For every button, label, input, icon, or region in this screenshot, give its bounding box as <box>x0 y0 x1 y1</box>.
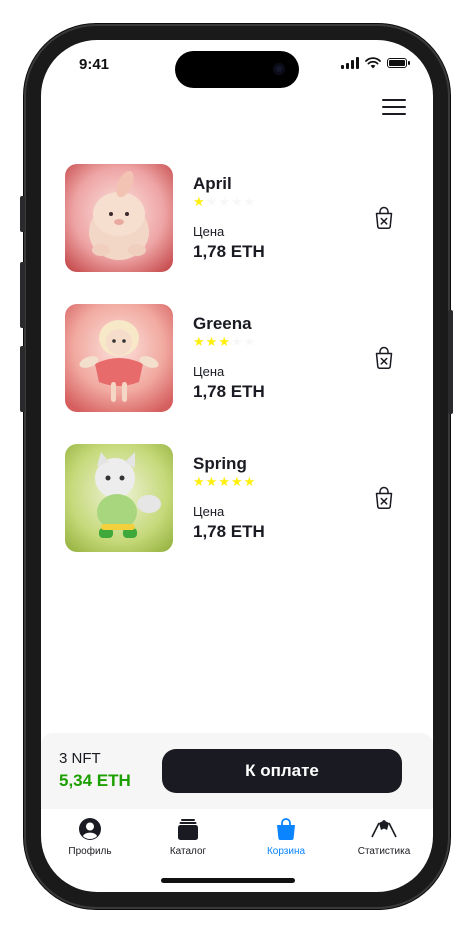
profile-icon <box>79 818 101 840</box>
price-label: Цена <box>193 504 225 519</box>
price-value: 1,78 ETH <box>193 382 265 401</box>
cart-list: April ★ ★ ★ ★ ★ Цена 1,78 ETH Greena ★ ★… <box>65 164 409 584</box>
star-icon: ★ <box>193 334 205 349</box>
star-icon: ★ <box>230 194 243 209</box>
nft-count: 3 NFT <box>59 750 101 767</box>
delete-from-cart-icon[interactable] <box>373 346 395 370</box>
star-icon: ★ <box>230 334 243 349</box>
star-icon: ★ <box>230 474 243 489</box>
star-icon: ★ <box>193 474 205 489</box>
action-button <box>20 196 25 232</box>
price-label: Цена <box>193 224 225 239</box>
price-value: 1,78 ETH <box>193 242 265 261</box>
statistics-icon <box>371 820 397 838</box>
status-time: 9:41 <box>79 56 110 73</box>
status-icons <box>341 57 410 69</box>
star-icon: ★ <box>218 474 230 489</box>
checkout-bar: 3 NFT 5,34 ETH К оплате <box>41 733 433 809</box>
menu-button[interactable] <box>382 98 406 116</box>
home-indicator <box>161 878 295 883</box>
nft-image-spring <box>65 444 173 552</box>
item-name: Spring <box>193 454 247 473</box>
camera-icon <box>273 63 285 75</box>
star-icon: ★ <box>243 334 256 349</box>
tab-bar: Профиль Каталог Корзина Статистика <box>41 809 433 869</box>
signal-icon <box>341 57 359 69</box>
item-name: April <box>193 174 232 193</box>
catalog-icon <box>178 819 198 840</box>
star-icon: ★ <box>243 474 256 489</box>
price-value: 1,78 ETH <box>193 522 265 541</box>
tab-profile[interactable]: Профиль <box>41 809 139 869</box>
cart-item: Greena ★ ★ ★ ★ ★ Цена 1,78 ETH <box>65 304 409 412</box>
tab-statistics[interactable]: Статистика <box>335 809 433 869</box>
nft-image-april <box>65 164 173 272</box>
menu-icon-line <box>382 106 406 108</box>
volume-down-button <box>20 346 25 412</box>
rating: ★ ★ ★ ★ ★ <box>193 475 255 488</box>
volume-up-button <box>20 262 25 328</box>
star-icon: ★ <box>205 194 218 209</box>
wifi-icon <box>365 57 381 69</box>
total-price: 5,34 ETH <box>59 771 131 790</box>
rating: ★ ★ ★ ★ ★ <box>193 195 255 208</box>
menu-icon-line <box>382 113 406 115</box>
menu-icon-line <box>382 99 406 101</box>
star-icon: ★ <box>243 194 256 209</box>
pay-button[interactable]: К оплате <box>162 749 402 793</box>
screen: 9:41 April ★ ★ ★ ★ ★ Цена 1,78 ETH Green… <box>41 40 433 892</box>
cart-item: Spring ★ ★ ★ ★ ★ Цена 1,78 ETH <box>65 444 409 552</box>
power-button <box>448 310 453 414</box>
nft-image-greena <box>65 304 173 412</box>
tab-cart[interactable]: Корзина <box>237 809 335 869</box>
item-name: Greena <box>193 314 252 333</box>
tab-label: Профиль <box>68 846 112 857</box>
star-icon: ★ <box>205 334 218 349</box>
star-icon: ★ <box>193 194 205 209</box>
tab-label: Каталог <box>169 846 207 857</box>
star-icon: ★ <box>205 474 218 489</box>
cart-item: April ★ ★ ★ ★ ★ Цена 1,78 ETH <box>65 164 409 272</box>
delete-from-cart-icon[interactable] <box>373 486 395 510</box>
tab-catalog[interactable]: Каталог <box>139 809 237 869</box>
star-icon: ★ <box>218 194 230 209</box>
battery-icon <box>387 58 410 68</box>
dynamic-island <box>175 51 299 88</box>
cart-icon <box>277 818 295 840</box>
price-label: Цена <box>193 364 225 379</box>
rating: ★ ★ ★ ★ ★ <box>193 335 255 348</box>
tab-label: Корзина <box>266 846 306 857</box>
tab-label: Статистика <box>357 846 411 857</box>
star-icon: ★ <box>218 334 230 349</box>
delete-from-cart-icon[interactable] <box>373 206 395 230</box>
